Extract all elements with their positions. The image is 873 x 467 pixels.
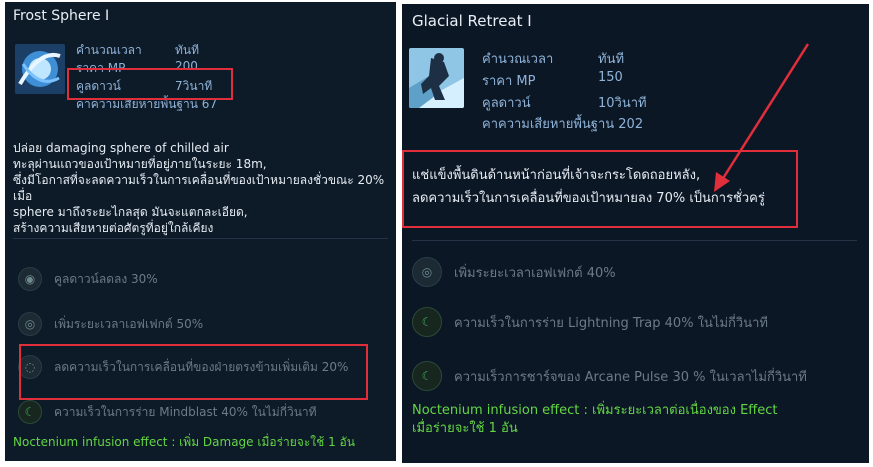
stat-label-base-damage: คาความเสียหายพื้นฐาน 202 (482, 117, 644, 132)
stat-label-cooldown: คูลดาวน์ (482, 96, 531, 111)
modifier-row: ◉ คูลดาวน์ลดลง 30% (18, 266, 158, 292)
modifier-text: คูลดาวน์ลดลง 30% (54, 271, 158, 286)
infusion-effect-text: Noctenium infusion effect : เพิ่มระยะเวล… (412, 402, 778, 438)
stat-value-cast-time: ทันที (598, 52, 625, 67)
skill-title: Frost Sphere I (13, 8, 110, 24)
duration-rune-icon: ◎ (18, 312, 42, 336)
description-line: ลดความเร็วในการเคลื่อนที่ของเป้าหมายลง 7… (412, 191, 765, 206)
charge-rune-icon: ☾ (412, 361, 442, 391)
frost-sphere-skill-icon (15, 44, 65, 94)
skill-description: แช่แข็งพื้นดินด้านหน้าก่อนที่เจ้าจะกระโด… (412, 164, 792, 210)
modifier-row: ◌ ลดความเร็วในการเคลื่อนที่ของฝ่ายตรงข้า… (18, 354, 348, 380)
glacial-retreat-tooltip: Glacial Retreat I คำนวณเวลา ทันที ราคา M… (402, 4, 869, 463)
modifier-row: ◎ เพิ่มระยะเวลาเอฟเฟกต์ 50% (18, 311, 203, 337)
stat-value-cooldown: 10วินาที (598, 96, 647, 111)
cooldown-rune-icon: ◉ (18, 267, 42, 291)
slow-rune-icon: ◌ (18, 355, 42, 379)
modifier-text: ความเร็วในการร่าย Lightning Trap 40% ในไ… (454, 315, 768, 331)
modifier-text: เพิ่มระยะเวลาเอฟเฟกต์ 40% (454, 265, 616, 281)
stat-label-base-damage: คาความเสียหายพื้นฐาน 67 (76, 97, 218, 111)
skill-description: ปล่อย damaging sphere of chilled air ทะล… (13, 140, 393, 236)
infusion-effect-text: Noctenium infusion effect : เพิ่ม Damage… (13, 435, 355, 449)
stat-label-cast-time: คำนวณเวลา (482, 52, 554, 67)
description-line: ซึ่งมีโอกาสที่จะลดความเร็วในการเคลื่อนที… (13, 173, 385, 203)
speed-rune-icon: ☾ (412, 307, 442, 337)
modifier-row: ☾ ความเร็วในการร่าย Lightning Trap 40% ใ… (412, 306, 768, 338)
stat-value-mp-cost: 150 (598, 70, 623, 85)
stat-label-cast-time: คำนวณเวลา (76, 43, 142, 57)
modifier-text: ความเร็วการชาร์จของ Arcane Pulse 30 % ใน… (454, 369, 807, 385)
modifier-text: ลดความเร็วในการเคลื่อนที่ของฝ่ายตรงข้ามเ… (54, 359, 349, 374)
duration-rune-icon: ◎ (412, 257, 442, 287)
divider (13, 238, 388, 239)
stat-value-cooldown: 7วินาที (175, 79, 213, 93)
speed-rune-icon: ☾ (18, 400, 42, 424)
stat-label-mp-cost: ราคา MP (76, 61, 126, 75)
stat-value-cast-time: ทันที (175, 43, 200, 57)
glacial-retreat-skill-icon (409, 48, 464, 108)
modifier-row: ☾ ความเร็วในการร่าย Mindblast 40% ในไม่ก… (18, 399, 317, 425)
modifier-text: เพิ่มระยะเวลาเอฟเฟกต์ 50% (54, 316, 204, 331)
modifier-row: ◎ เพิ่มระยะเวลาเอฟเฟกต์ 40% (412, 256, 616, 288)
skill-title: Glacial Retreat I (412, 12, 532, 30)
description-line: ทะลุผ่านแถวของเป้าหมายที่อยู่ภายในระยะ 1… (13, 157, 267, 171)
modifier-text: ความเร็วในการร่าย Mindblast 40% ในไม่กี่… (54, 404, 317, 419)
modifier-row: ☾ ความเร็วการชาร์จของ Arcane Pulse 30 % … (412, 360, 807, 392)
infusion-line: เมื่อร่ายจะใช้ 1 อัน (412, 421, 518, 436)
stat-label-cooldown: คูลดาวน์ (76, 79, 121, 93)
frost-sphere-tooltip: Frost Sphere I คำนวณเวลา ทันที ราคา MP 2… (5, 2, 396, 461)
description-line: แช่แข็งพื้นดินด้านหน้าก่อนที่เจ้าจะกระโด… (412, 168, 701, 183)
divider (412, 240, 857, 241)
infusion-line: Noctenium infusion effect : เพิ่มระยะเวล… (412, 403, 778, 418)
description-line: ปล่อย damaging sphere of chilled air (13, 141, 229, 155)
stat-value-mp-cost: 200 (175, 59, 198, 73)
description-line: สร้างความเสียหายต่อศัตรูที่อยู่ใกล้เคียง (13, 221, 214, 235)
stat-label-mp-cost: ราคา MP (482, 74, 536, 89)
description-line: sphere มาถึงระยะไกลสุด มันจะแตกละเอียด, (13, 205, 248, 219)
